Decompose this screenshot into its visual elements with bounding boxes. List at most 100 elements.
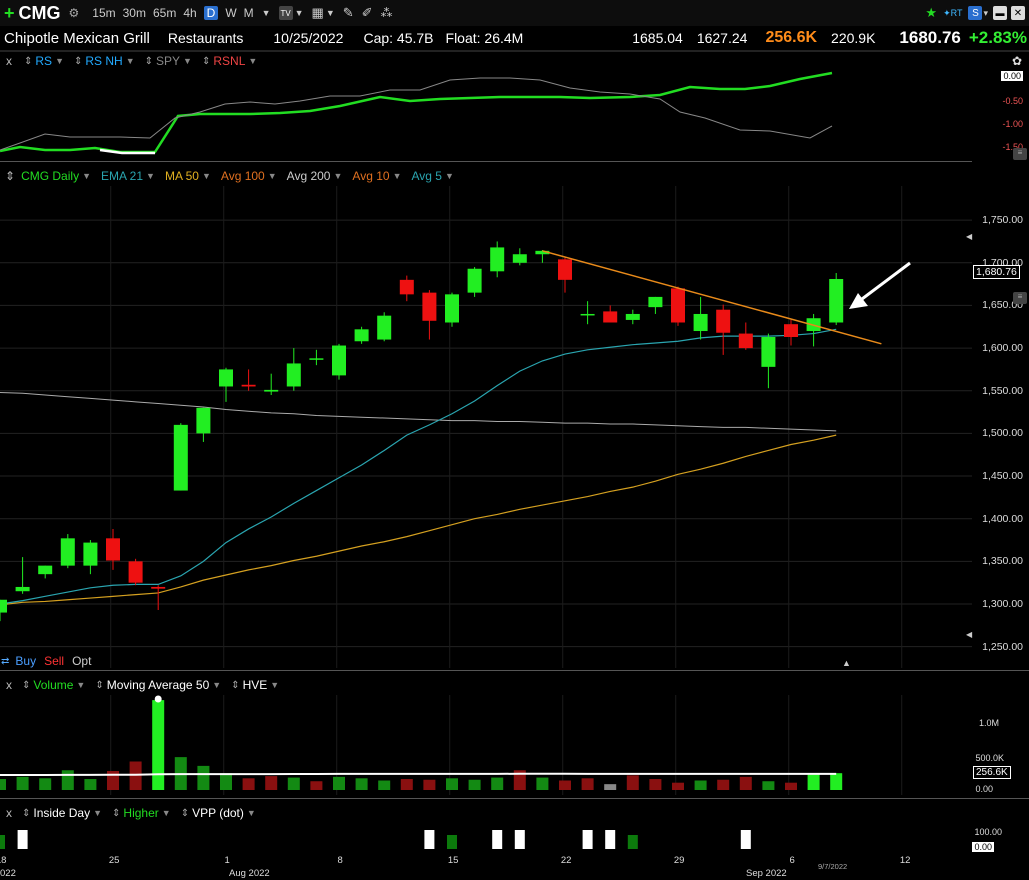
panel-resize-icon[interactable]: ⇕ bbox=[5, 169, 15, 183]
options-button[interactable]: Opt bbox=[72, 654, 91, 668]
trade-toggle-icon[interactable]: ⇄ bbox=[1, 656, 9, 667]
volume-bar bbox=[785, 782, 797, 790]
reorder-icon[interactable]: ⇕ bbox=[231, 680, 239, 691]
volume-bar bbox=[536, 777, 549, 790]
indicator-label: Avg 10 bbox=[352, 169, 390, 183]
dropdown-icon[interactable]: ▼ bbox=[183, 56, 192, 66]
timeframe-D[interactable]: D bbox=[203, 6, 219, 20]
volume-bar bbox=[39, 778, 52, 790]
reorder-icon[interactable]: ⇕ bbox=[22, 808, 30, 819]
reorder-icon[interactable]: ⇕ bbox=[74, 56, 82, 67]
dropdown-icon[interactable]: ▼ bbox=[445, 171, 454, 181]
indicator-label: Avg 200 bbox=[286, 169, 331, 183]
buy-button[interactable]: Buy bbox=[15, 654, 36, 668]
dropdown-icon[interactable]: ▼ bbox=[76, 680, 85, 690]
dropdown-icon[interactable]: ▼ bbox=[202, 171, 211, 181]
reorder-icon[interactable]: ⇕ bbox=[22, 680, 30, 691]
timeframe-4h[interactable]: 4h bbox=[183, 6, 196, 20]
dropdown-icon[interactable]: ▼ bbox=[393, 171, 402, 181]
indicator-avg-200[interactable]: Avg 200 ▼ bbox=[287, 169, 343, 183]
dropdown-icon[interactable]: ▼ bbox=[333, 171, 342, 181]
settings-icon[interactable]: ⚙ bbox=[69, 6, 80, 20]
symbol[interactable]: CMG bbox=[19, 3, 61, 24]
indicator-avg-100[interactable]: Avg 100 ▼ bbox=[221, 169, 277, 183]
indicator-avg-5[interactable]: Avg 5 ▼ bbox=[411, 169, 453, 183]
reorder-icon[interactable]: ⇕ bbox=[145, 56, 153, 67]
arrow-annotation[interactable] bbox=[849, 261, 911, 309]
dropdown-icon[interactable]: ▼ bbox=[55, 56, 64, 66]
reorder-icon[interactable]: ⇕ bbox=[112, 808, 120, 819]
volume-bar bbox=[152, 700, 165, 790]
scroll-down-icon[interactable]: ◀ bbox=[966, 630, 972, 639]
indicator-higher[interactable]: ⇕ Higher ▼ bbox=[112, 806, 171, 820]
candle bbox=[83, 540, 98, 575]
volume-bar bbox=[830, 773, 843, 790]
indicator-inside-day[interactable]: ⇕ Inside Day ▼ bbox=[22, 806, 102, 820]
indicator-hve[interactable]: ⇕ HVE ▼ bbox=[231, 678, 279, 692]
candle bbox=[445, 292, 459, 327]
dropdown-icon[interactable]: ▼ bbox=[248, 56, 257, 66]
add-symbol-icon[interactable]: + bbox=[4, 3, 15, 24]
expand-icon[interactable]: ▲ bbox=[842, 658, 851, 668]
indicator-label: Volume bbox=[33, 678, 74, 692]
indicator-avg-10[interactable]: Avg 10 ▼ bbox=[352, 169, 401, 183]
indicator-label: VPP (dot) bbox=[192, 806, 244, 820]
indicator-vpp-dot-[interactable]: ⇕ VPP (dot) ▼ bbox=[181, 806, 256, 820]
indicator-volume[interactable]: ⇕ Volume ▼ bbox=[22, 678, 85, 692]
sell-button[interactable]: Sell bbox=[44, 654, 64, 668]
dropdown-icon[interactable]: ▼ bbox=[162, 808, 171, 818]
timeframe-15m[interactable]: 15m bbox=[92, 6, 115, 20]
scroll-up-icon[interactable]: ◀ bbox=[966, 232, 972, 241]
volume-close-button[interactable]: x bbox=[6, 678, 12, 692]
star-icon[interactable]: ★ bbox=[925, 5, 937, 21]
realtime-icon[interactable]: ✦RT bbox=[943, 8, 962, 19]
indicator-label: MA 50 bbox=[164, 169, 199, 183]
x-axis-month: Aug 2022 bbox=[229, 868, 270, 879]
share-icon[interactable]: ⁂ bbox=[381, 6, 393, 20]
reorder-icon[interactable]: ⇕ bbox=[202, 56, 210, 67]
indicator-moving-average-50[interactable]: ⇕ Moving Average 50 ▼ bbox=[95, 678, 221, 692]
dropdown-icon[interactable]: ▼ bbox=[82, 171, 91, 181]
price-scroll-handle[interactable]: ≡ bbox=[1013, 292, 1027, 304]
volume-bar bbox=[220, 773, 232, 790]
dropdown-icon[interactable]: ▾ bbox=[983, 8, 988, 19]
higher-bar bbox=[0, 835, 5, 849]
timeframe-W[interactable]: W bbox=[225, 6, 236, 20]
price-tick: 1,400.00 bbox=[982, 512, 1023, 525]
dropdown-icon[interactable]: ▼ bbox=[146, 171, 155, 181]
timeframe-65m[interactable]: 65m bbox=[153, 6, 176, 20]
rs-scroll-handle[interactable]: ≡ bbox=[1013, 148, 1027, 160]
reorder-icon[interactable]: ⇕ bbox=[95, 680, 103, 691]
dropdown-icon[interactable]: ▼ bbox=[295, 8, 304, 18]
candle bbox=[784, 319, 798, 346]
calculator-icon[interactable]: ▦ bbox=[312, 5, 324, 21]
chart-type-icon[interactable]: TV bbox=[278, 6, 293, 20]
source-icon[interactable]: S bbox=[968, 6, 983, 20]
palette-icon[interactable]: ✿ bbox=[1012, 54, 1022, 68]
price-chart[interactable] bbox=[0, 186, 972, 668]
price-tick: 1,500.00 bbox=[982, 427, 1023, 440]
dropdown-icon[interactable]: ▼ bbox=[247, 808, 256, 818]
signal-close-button[interactable]: x bbox=[6, 806, 12, 820]
timeframe-30m[interactable]: 30m bbox=[123, 6, 146, 20]
timeframe-M[interactable]: M bbox=[244, 6, 254, 20]
dropdown-icon[interactable]: ▼ bbox=[326, 8, 335, 18]
indicator-ema-21[interactable]: EMA 21 ▼ bbox=[101, 169, 155, 183]
timeframe-dropdown-icon[interactable]: ▼ bbox=[262, 8, 271, 18]
volume-bar bbox=[355, 778, 368, 790]
reorder-icon[interactable]: ⇕ bbox=[24, 56, 32, 67]
minimize-icon[interactable]: ▬ bbox=[993, 6, 1007, 20]
dropdown-icon[interactable]: ▼ bbox=[126, 56, 135, 66]
dropdown-icon[interactable]: ▼ bbox=[93, 808, 102, 818]
dropdown-icon[interactable]: ▼ bbox=[212, 680, 221, 690]
market-cap: Cap: 45.7B bbox=[363, 30, 434, 46]
indicator-ma-50[interactable]: MA 50 ▼ bbox=[165, 169, 211, 183]
dropdown-icon[interactable]: ▼ bbox=[268, 171, 277, 181]
draw-icon[interactable]: ✎ bbox=[343, 5, 354, 21]
note-icon[interactable]: ✐ bbox=[362, 5, 373, 21]
indicator-label: Inside Day bbox=[33, 806, 91, 820]
close-icon[interactable]: ✕ bbox=[1011, 6, 1025, 20]
dropdown-icon[interactable]: ▼ bbox=[270, 680, 279, 690]
reorder-icon[interactable]: ⇕ bbox=[181, 808, 189, 819]
indicator-cmg-daily[interactable]: CMG Daily ▼ bbox=[21, 169, 91, 183]
